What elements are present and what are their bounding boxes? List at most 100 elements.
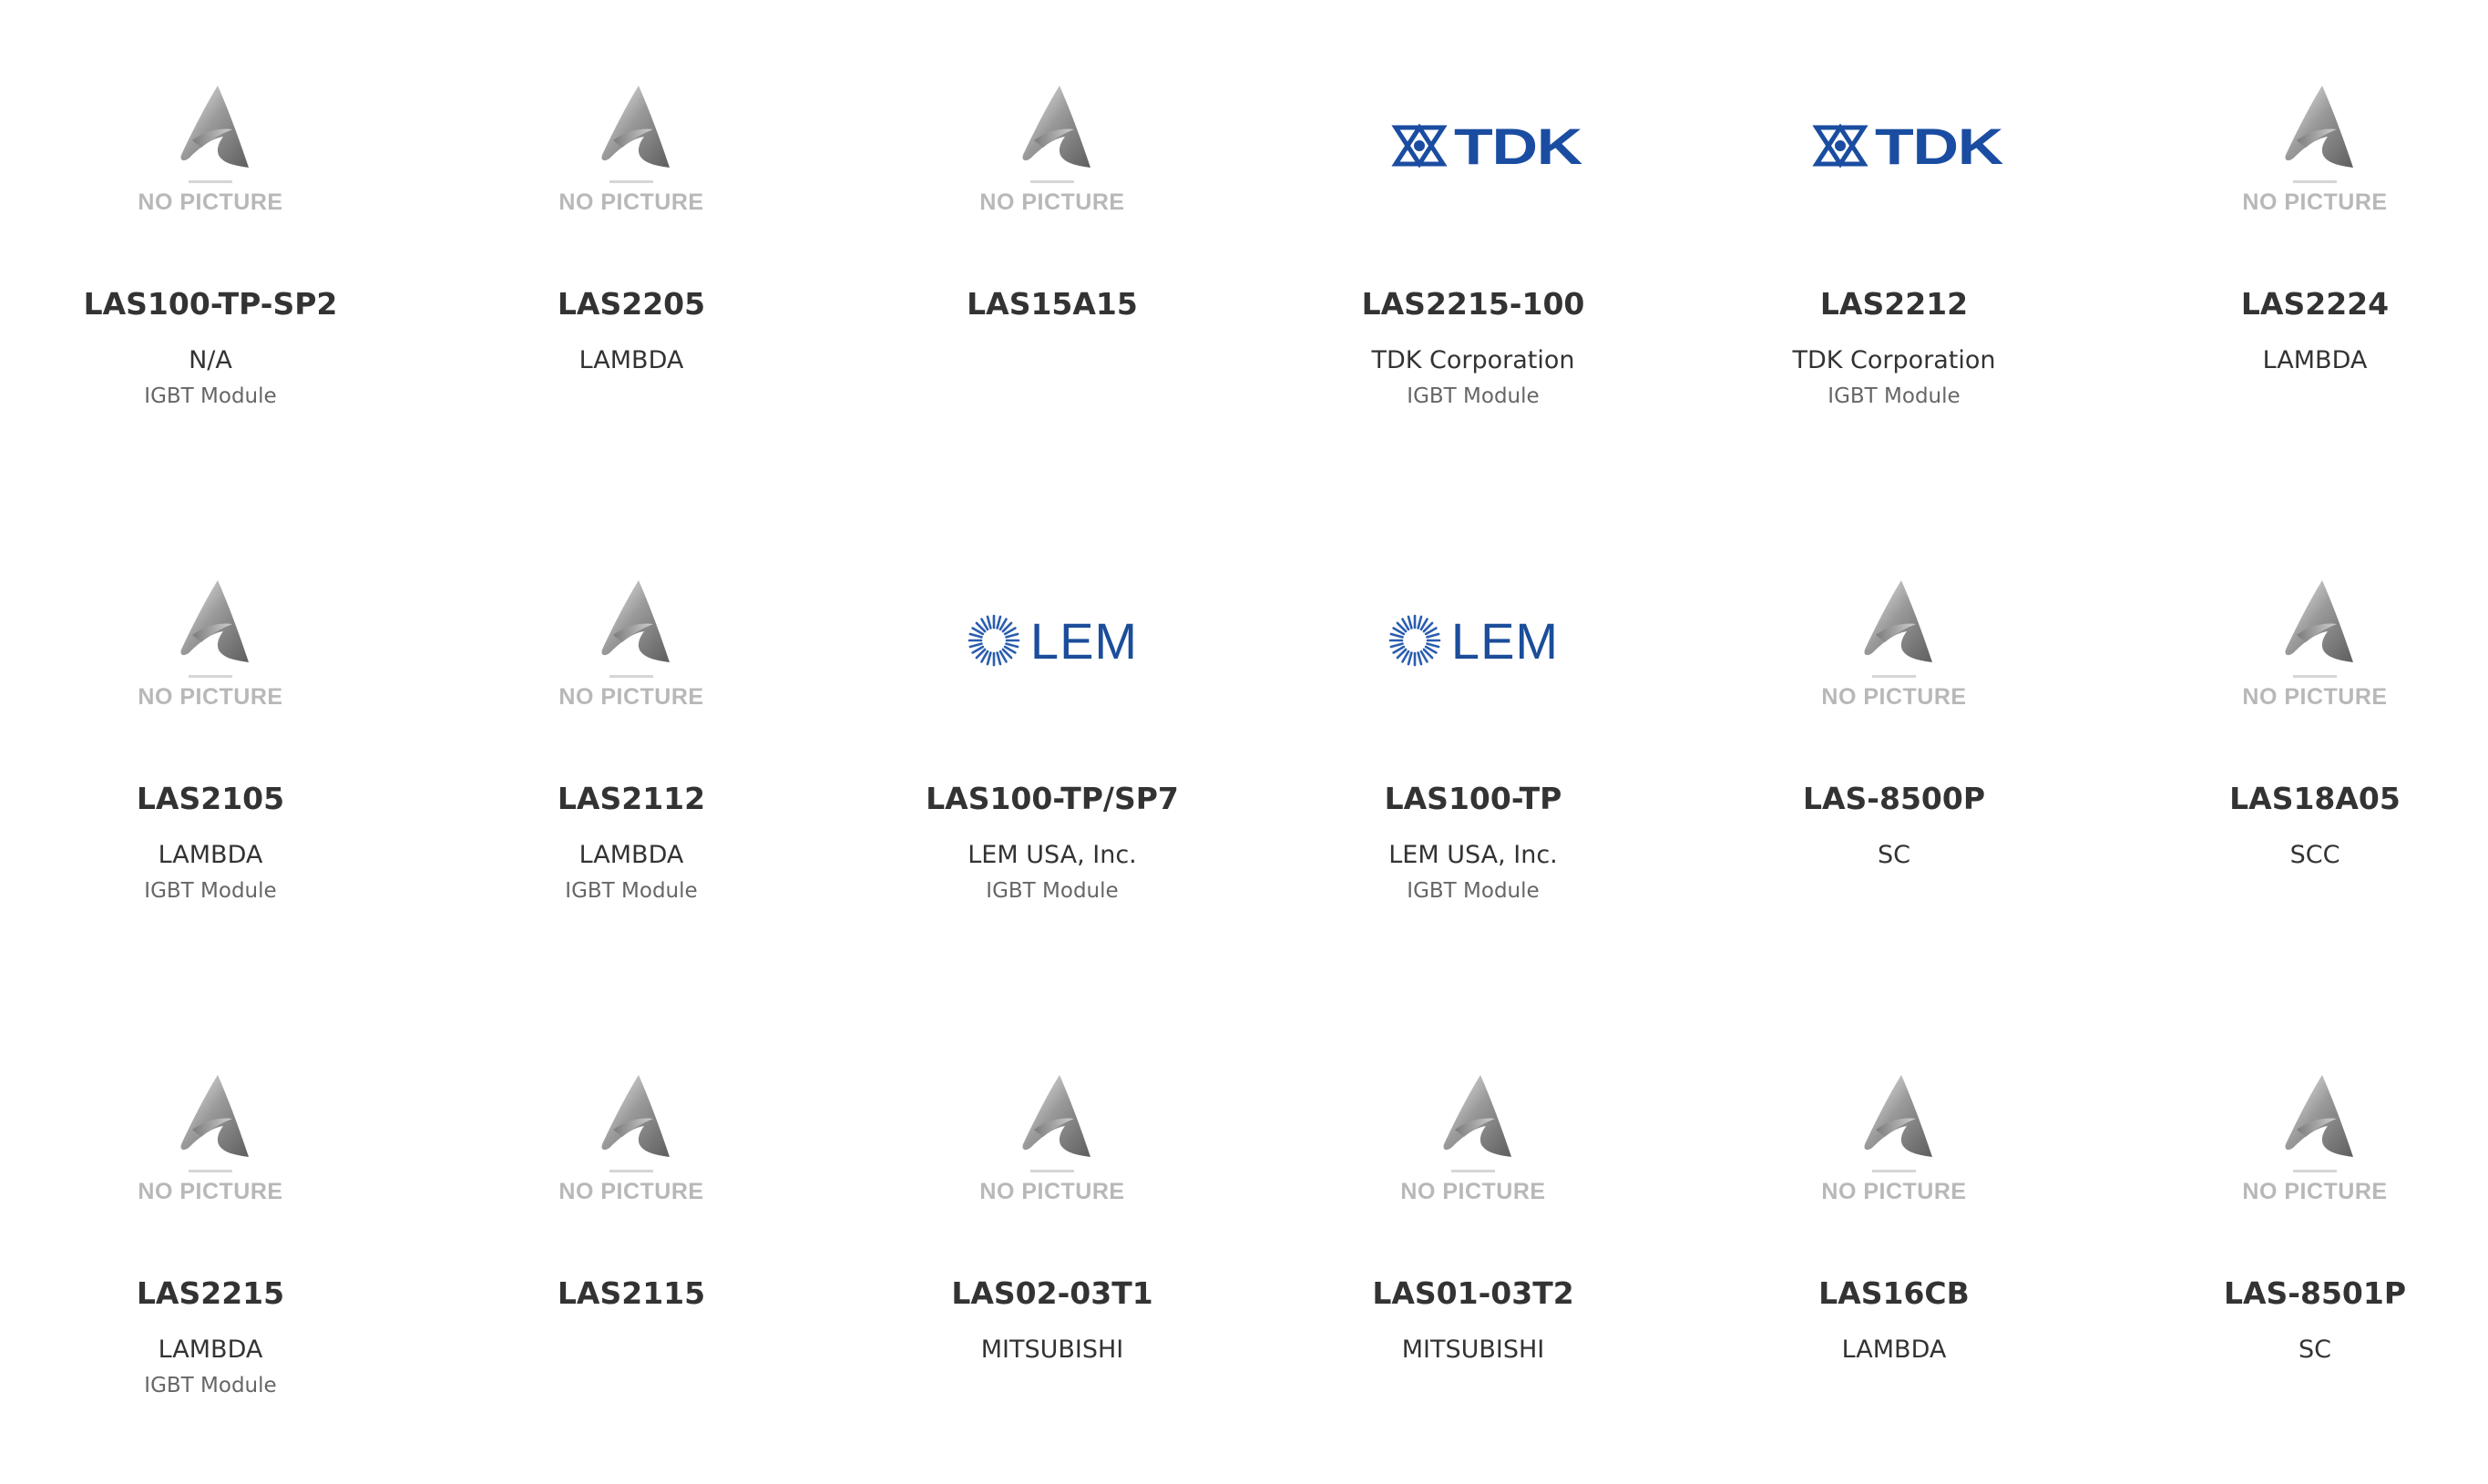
product-card[interactable]: NO PICTURE LAS18A05 SCC	[2104, 495, 2488, 989]
product-image[interactable]: NO PICTURE	[2104, 1035, 2488, 1235]
product-image[interactable]: NO PICTURE	[1684, 540, 2104, 741]
product-card[interactable]: NO PICTURE LAS2105 LAMBDA IGBT Module	[0, 495, 421, 989]
part-number-link[interactable]: LAS01-03T2	[1263, 1275, 1684, 1311]
brand-a-logo-icon	[2285, 1075, 2353, 1157]
tdk-logo: TDK	[1390, 64, 1582, 228]
no-picture-placeholder: NO PICTURE	[119, 64, 302, 228]
part-number-link[interactable]: LAS-8501P	[2104, 1275, 2488, 1311]
product-grid: NO PICTURE LAS100-TP-SP2 N/A IGBT Module	[0, 0, 2488, 1484]
manufacturer-name: LAMBDA	[158, 1336, 263, 1364]
no-picture-label: NO PICTURE	[1821, 1179, 1967, 1204]
part-number-link[interactable]: LAS-8500P	[1684, 781, 2104, 816]
part-number-link[interactable]: LAS02-03T1	[842, 1275, 1263, 1311]
product-image[interactable]: NO PICTURE	[0, 1035, 421, 1235]
product-card[interactable]: LEM LAS100-TP LEM USA, Inc. IGBT Module	[1263, 495, 1684, 989]
product-image[interactable]: NO PICTURE	[421, 1035, 842, 1235]
product-card[interactable]: NO PICTURE LAS2224 LAMBDA	[2104, 0, 2488, 495]
product-category: IGBT Module	[986, 879, 1119, 903]
product-card[interactable]: NO PICTURE LAS-8501P SC	[2104, 989, 2488, 1484]
manufacturer-name: SCC	[2289, 841, 2340, 869]
no-picture-placeholder: NO PICTURE	[2224, 558, 2406, 722]
product-image[interactable]: NO PICTURE	[842, 1035, 1263, 1235]
lem-sunburst-icon	[968, 614, 1020, 667]
divider	[1030, 180, 1074, 183]
manufacturer-name: LAMBDA	[578, 346, 684, 374]
brand-a-logo-icon	[1022, 1075, 1090, 1157]
part-number-link[interactable]: LAS2205	[421, 286, 842, 322]
no-picture-placeholder: NO PICTURE	[2224, 1053, 2406, 1217]
manufacturer-name: MITSUBISHI	[1401, 1336, 1545, 1364]
no-picture-label: NO PICTURE	[558, 684, 704, 710]
manufacturer-name: LAMBDA	[2262, 346, 2368, 374]
product-card[interactable]: NO PICTURE LAS2115	[421, 989, 842, 1484]
divider	[2293, 675, 2337, 678]
product-card[interactable]: NO PICTURE LAS2215 LAMBDA IGBT Module	[0, 989, 421, 1484]
product-image[interactable]: LEM	[1263, 540, 1684, 741]
tdk-logo-text: TDK	[1874, 117, 2003, 175]
manufacturer-name: SC	[1878, 841, 1910, 869]
product-card[interactable]: NO PICTURE LAS2112 LAMBDA IGBT Module	[421, 495, 842, 989]
no-picture-placeholder: NO PICTURE	[961, 1053, 1143, 1217]
part-number-link[interactable]: LAS2212	[1684, 286, 2104, 322]
no-picture-label: NO PICTURE	[2242, 684, 2388, 710]
part-number-link[interactable]: LAS100-TP-SP2	[0, 286, 421, 322]
product-image[interactable]: NO PICTURE	[0, 46, 421, 246]
tdk-emblem-icon	[1391, 124, 1448, 168]
part-number-link[interactable]: LAS2115	[421, 1275, 842, 1311]
tdk-logo-text: TDK	[1453, 117, 1582, 175]
divider	[189, 1170, 232, 1172]
product-image[interactable]: NO PICTURE	[1263, 1035, 1684, 1235]
product-image[interactable]: NO PICTURE	[2104, 540, 2488, 741]
product-image[interactable]: NO PICTURE	[842, 46, 1263, 246]
lem-logo: LEM	[1387, 558, 1559, 722]
product-image[interactable]: NO PICTURE	[2104, 46, 2488, 246]
product-card[interactable]: TDK LAS2212 TDK Corporation IGBT Module	[1684, 0, 2104, 495]
part-number-link[interactable]: LAS2215	[0, 1275, 421, 1311]
product-image[interactable]: LEM	[842, 540, 1263, 741]
manufacturer-name: SC	[2299, 1336, 2331, 1364]
product-card[interactable]: NO PICTURE LAS100-TP-SP2 N/A IGBT Module	[0, 0, 421, 495]
no-picture-placeholder: NO PICTURE	[119, 1053, 302, 1217]
product-card[interactable]: NO PICTURE LAS01-03T2 MITSUBISHI	[1263, 989, 1684, 1484]
brand-a-logo-icon	[2285, 580, 2353, 662]
no-picture-label: NO PICTURE	[138, 684, 283, 710]
product-card[interactable]: NO PICTURE LAS16CB LAMBDA	[1684, 989, 2104, 1484]
product-image[interactable]: TDK	[1684, 46, 2104, 246]
product-card[interactable]: NO PICTURE LAS2205 LAMBDA	[421, 0, 842, 495]
no-picture-label: NO PICTURE	[558, 1179, 704, 1204]
no-picture-label: NO PICTURE	[138, 189, 283, 215]
brand-a-logo-icon	[1864, 1075, 1932, 1157]
product-category: IGBT Module	[144, 879, 277, 903]
product-image[interactable]: NO PICTURE	[0, 540, 421, 741]
part-number-link[interactable]: LAS2224	[2104, 286, 2488, 322]
divider	[189, 675, 232, 678]
part-number-link[interactable]: LAS100-TP/SP7	[842, 781, 1263, 816]
part-number-link[interactable]: LAS100-TP	[1263, 781, 1684, 816]
product-card[interactable]: LEM LAS100-TP/SP7 LEM USA, Inc. IGBT Mod…	[842, 495, 1263, 989]
brand-a-logo-icon	[601, 86, 670, 168]
part-number-link[interactable]: LAS2112	[421, 781, 842, 816]
product-category: IGBT Module	[1407, 879, 1540, 903]
no-picture-label: NO PICTURE	[1821, 684, 1967, 710]
manufacturer-name: LEM USA, Inc.	[968, 841, 1137, 869]
product-card[interactable]: NO PICTURE LAS15A15	[842, 0, 1263, 495]
part-number-link[interactable]: LAS15A15	[842, 286, 1263, 322]
divider	[609, 675, 653, 678]
part-number-link[interactable]: LAS18A05	[2104, 781, 2488, 816]
product-image[interactable]: TDK	[1263, 46, 1684, 246]
manufacturer-name: LAMBDA	[578, 841, 684, 869]
product-image[interactable]: NO PICTURE	[1684, 1035, 2104, 1235]
divider	[1030, 1170, 1074, 1172]
product-card[interactable]: TDK LAS2215-100 TDK Corporation IGBT Mod…	[1263, 0, 1684, 495]
part-number-link[interactable]: LAS16CB	[1684, 1275, 2104, 1311]
product-card[interactable]: NO PICTURE LAS-8500P SC	[1684, 495, 2104, 989]
divider	[1872, 675, 1916, 678]
part-number-link[interactable]: LAS2215-100	[1263, 286, 1684, 322]
part-number-link[interactable]: LAS2105	[0, 781, 421, 816]
no-picture-placeholder: NO PICTURE	[1382, 1053, 1564, 1217]
divider	[2293, 1170, 2337, 1172]
lem-logo: LEM	[967, 558, 1138, 722]
product-image[interactable]: NO PICTURE	[421, 46, 842, 246]
product-image[interactable]: NO PICTURE	[421, 540, 842, 741]
product-card[interactable]: NO PICTURE LAS02-03T1 MITSUBISHI	[842, 989, 1263, 1484]
